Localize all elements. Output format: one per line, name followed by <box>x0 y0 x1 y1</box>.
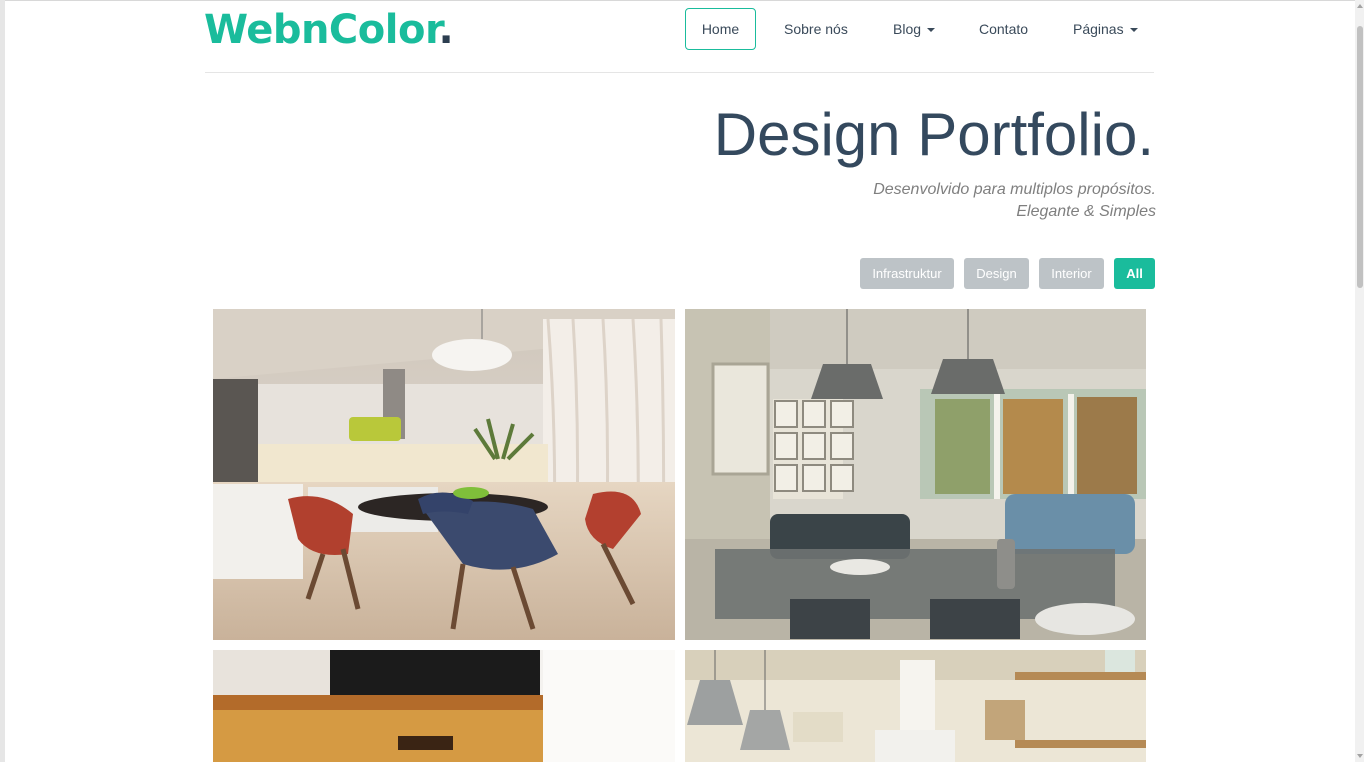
portfolio-item-living-room[interactable] <box>685 309 1146 640</box>
nav-about-label: Sobre nós <box>784 21 848 37</box>
nav-pages-label: Páginas <box>1073 21 1124 37</box>
nav-contact[interactable]: Contato <box>979 8 1028 50</box>
chevron-down-icon <box>1129 28 1138 33</box>
nav-home[interactable]: Home <box>685 8 756 50</box>
nav-blog[interactable]: Blog <box>893 8 936 50</box>
page-title: Design Portfolio. <box>713 101 1154 168</box>
filter-interior[interactable]: Interior <box>1039 258 1104 289</box>
filter-all[interactable]: All <box>1114 258 1155 289</box>
chevron-down-icon <box>927 28 936 33</box>
portfolio-image <box>685 309 1146 640</box>
filter-infrastruktur-label: Infrastruktur <box>872 266 942 281</box>
scrollbar-thumb[interactable] <box>1357 26 1363 288</box>
vertical-scrollbar[interactable] <box>1355 0 1364 762</box>
nav-blog-label: Blog <box>893 21 922 37</box>
scroll-up-icon[interactable] <box>1357 4 1363 8</box>
portfolio-image <box>685 650 1146 762</box>
window-left-border <box>0 0 5 762</box>
window-top-border <box>0 0 1364 1</box>
portfolio-image <box>213 309 675 640</box>
portfolio-filters: Infrastruktur Design Interior All <box>0 258 1364 289</box>
nav-contact-label: Contato <box>979 21 1029 37</box>
filter-design-label: Design <box>976 266 1017 281</box>
filter-interior-label: Interior <box>1051 266 1092 281</box>
filter-infrastruktur[interactable]: Infrastruktur <box>860 258 954 289</box>
subtitle-line-2: Elegante & Simples <box>1016 203 1156 220</box>
filter-design[interactable]: Design <box>964 258 1029 289</box>
scroll-down-icon[interactable] <box>1357 754 1363 758</box>
header-divider <box>205 72 1154 73</box>
subtitle-line-1: Desenvolvido para multiplos propósitos. <box>873 181 1156 198</box>
portfolio-item-tv-room[interactable] <box>213 650 675 762</box>
portfolio-item-dining-room[interactable] <box>213 309 675 640</box>
portfolio-image <box>213 650 675 762</box>
filter-all-label: All <box>1126 266 1143 281</box>
main-nav: Home Sobre nós Blog Contato Páginas <box>0 8 1364 50</box>
nav-pages[interactable]: Páginas <box>1073 8 1138 50</box>
nav-about[interactable]: Sobre nós <box>784 8 848 50</box>
nav-home-label: Home <box>701 21 740 37</box>
page-subtitle: Desenvolvido para multiplos propósitos. … <box>873 179 1156 223</box>
portfolio-item-kitchen[interactable] <box>685 650 1146 762</box>
